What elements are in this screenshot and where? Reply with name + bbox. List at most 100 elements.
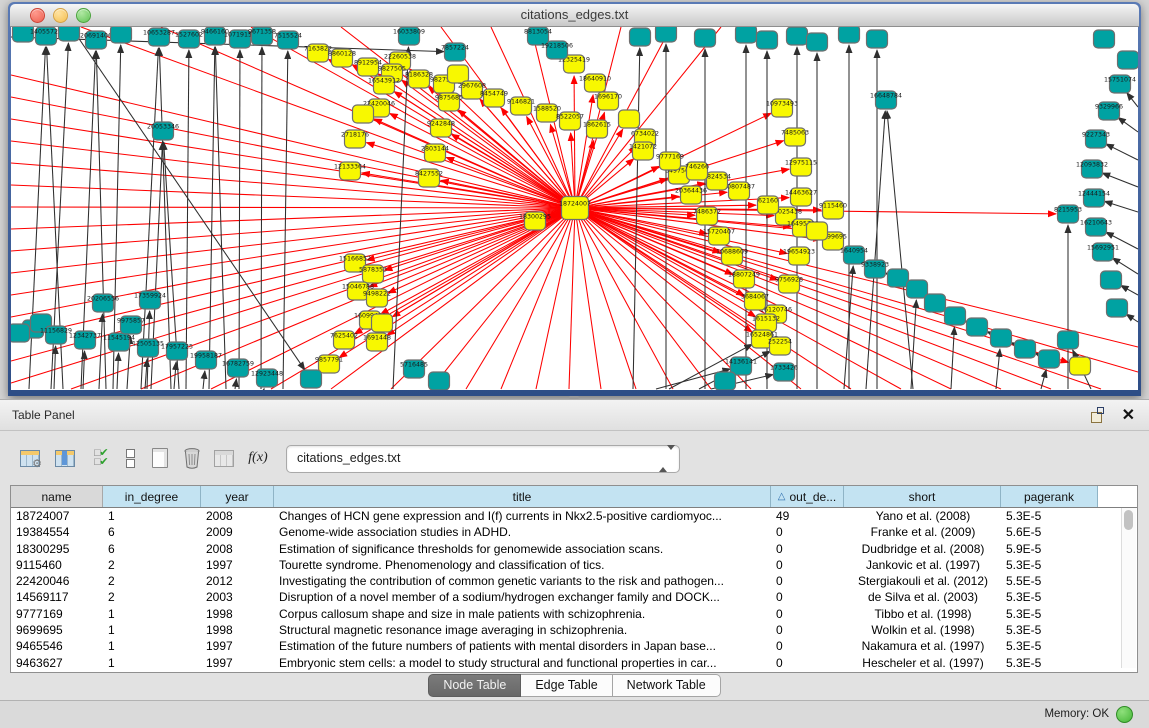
cell-title[interactable]: Disruption of a novel member of a sodium… — [274, 589, 771, 605]
cell-short[interactable]: Franke et al. (2009) — [844, 524, 1001, 540]
table-row[interactable]: 946362711997Embryonic stem cells: a mode… — [11, 655, 1137, 671]
graph-node[interactable]: 8215953 — [1054, 205, 1082, 223]
graph-node[interactable] — [991, 329, 1012, 347]
cell-out_degree[interactable]: 0 — [771, 589, 844, 605]
cell-title[interactable]: Tourette syndrome. Phenomenology and cla… — [274, 557, 771, 573]
graph-node[interactable]: 20053346 — [147, 122, 179, 140]
cell-name[interactable]: 19384554 — [11, 524, 103, 540]
cell-short[interactable]: de Silva et al. (2003) — [844, 589, 1001, 605]
graph-node[interactable]: 7515524 — [274, 31, 302, 49]
column-header-pagerank[interactable]: pagerank — [1001, 486, 1098, 507]
deselect-all-rows-button[interactable] — [116, 444, 144, 472]
cell-year[interactable]: 2003 — [201, 589, 274, 605]
table-row[interactable]: 969969511998Structural magnetic resonanc… — [11, 622, 1137, 638]
network-graph[interactable]: 7163822886012889129542226053898275051654… — [11, 27, 1138, 390]
cell-name[interactable]: 9777169 — [11, 606, 103, 622]
cell-out_degree[interactable]: 49 — [771, 508, 844, 524]
graph-node[interactable]: 18807249 — [728, 270, 760, 288]
tab-node-table[interactable]: Node Table — [428, 674, 521, 697]
graph-node[interactable]: 9498222 — [363, 289, 391, 307]
float-panel-icon[interactable] — [1089, 407, 1105, 423]
graph-node[interactable]: 12342737 — [69, 331, 101, 349]
cell-name[interactable]: 9115460 — [11, 557, 103, 573]
graph-node[interactable]: 62160 — [758, 196, 779, 214]
graph-node[interactable] — [656, 27, 677, 42]
function-builder-button[interactable]: f(x) — [244, 444, 272, 472]
graph-node[interactable] — [1101, 271, 1122, 289]
table-row[interactable]: 1938455462009Genome-wide association stu… — [11, 524, 1137, 540]
cell-in_degree[interactable]: 1 — [103, 622, 201, 638]
cell-title[interactable]: Corpus callosum shape and size in male p… — [274, 606, 771, 622]
tab-network-table[interactable]: Network Table — [613, 674, 721, 697]
cell-pagerank[interactable]: 5.3E-5 — [1001, 508, 1098, 524]
cell-pagerank[interactable]: 5.3E-5 — [1001, 655, 1098, 671]
cell-short[interactable]: Nakamura et al. (1997) — [844, 638, 1001, 654]
graph-node[interactable] — [967, 318, 988, 336]
graph-node[interactable]: 10973493 — [766, 99, 798, 117]
cell-pagerank[interactable]: 5.3E-5 — [1001, 622, 1098, 638]
column-header-short[interactable]: short — [844, 486, 1001, 507]
graph-node[interactable]: 3684067 — [741, 292, 769, 310]
graph-node[interactable]: 14055724 — [30, 27, 62, 45]
graph-node[interactable] — [1058, 331, 1079, 349]
graph-node[interactable]: 11156829 — [40, 326, 72, 344]
graph-node[interactable] — [1094, 30, 1115, 48]
graph-node[interactable]: 5878353 — [359, 265, 387, 283]
cell-pagerank[interactable]: 5.5E-5 — [1001, 573, 1098, 589]
graph-node[interactable]: 20206556 — [87, 294, 119, 312]
cell-title[interactable]: Genome-wide association studies in ADHD. — [274, 524, 771, 540]
graph-node[interactable]: 9146821 — [507, 97, 535, 115]
graph-node[interactable]: 1615132 — [752, 314, 780, 332]
cell-name[interactable]: 18300295 — [11, 541, 103, 557]
graph-node[interactable]: 16782759 — [222, 359, 254, 377]
graph-node[interactable] — [11, 324, 30, 342]
graph-node[interactable]: 8186328 — [405, 70, 433, 88]
cell-short[interactable]: Stergiakouli et al. (2012) — [844, 573, 1001, 589]
cell-out_degree[interactable]: 0 — [771, 573, 844, 589]
graph-node[interactable] — [736, 27, 757, 43]
graph-node[interactable]: 8860128 — [328, 49, 356, 67]
graph-node[interactable]: 7625402 — [330, 331, 358, 349]
graph-node[interactable] — [1015, 340, 1036, 358]
cell-year[interactable]: 1998 — [201, 606, 274, 622]
graph-node[interactable] — [630, 28, 651, 46]
cell-in_degree[interactable]: 2 — [103, 573, 201, 589]
graph-node[interactable]: 9777169 — [656, 152, 684, 170]
cell-short[interactable]: Yano et al. (2008) — [844, 508, 1001, 524]
cell-in_degree[interactable]: 6 — [103, 541, 201, 557]
graph-node[interactable]: 7857224 — [441, 43, 469, 61]
import-table-button[interactable] — [210, 444, 238, 472]
graph-node[interactable] — [867, 30, 888, 48]
graph-node[interactable] — [1118, 51, 1139, 69]
cell-pagerank[interactable]: 5.3E-5 — [1001, 557, 1098, 573]
graph-node[interactable]: 9671358 — [248, 27, 276, 45]
cell-pagerank[interactable]: 5.9E-5 — [1001, 541, 1098, 557]
cell-short[interactable]: Wolkin et al. (1998) — [844, 622, 1001, 638]
cell-short[interactable]: Hescheler et al. (1997) — [844, 655, 1001, 671]
graph-node[interactable]: 7486372 — [693, 207, 721, 225]
table-row[interactable]: 977716911998Corpus callosum shape and si… — [11, 606, 1137, 622]
graph-node[interactable] — [807, 33, 828, 51]
graph-node[interactable]: 9756928 — [775, 275, 803, 293]
cell-pagerank[interactable]: 5.6E-5 — [1001, 524, 1098, 540]
table-settings-button[interactable]: ⚙ — [16, 444, 44, 472]
table-row[interactable]: 1456911722003Disruption of a novel membe… — [11, 589, 1137, 605]
cell-title[interactable]: Estimation of the future numbers of pati… — [274, 638, 771, 654]
graph-node[interactable]: 1862615 — [583, 120, 611, 138]
graph-node[interactable] — [839, 27, 860, 43]
graph-node[interactable]: 12505135 — [132, 339, 164, 357]
cell-year[interactable]: 2009 — [201, 524, 274, 540]
new-table-button[interactable] — [146, 444, 174, 472]
graph-node[interactable]: 1527602 — [175, 30, 203, 48]
cell-pagerank[interactable]: 5.3E-5 — [1001, 589, 1098, 605]
vertical-scrollbar[interactable] — [1121, 508, 1136, 668]
cell-out_degree[interactable]: 0 — [771, 622, 844, 638]
cell-title[interactable]: Estimation of significance thresholds fo… — [274, 541, 771, 557]
cell-in_degree[interactable]: 2 — [103, 557, 201, 573]
table-row[interactable]: 2242004622012Investigating the contribut… — [11, 573, 1137, 589]
graph-node[interactable] — [619, 110, 640, 128]
cell-year[interactable]: 1998 — [201, 622, 274, 638]
table-row[interactable]: 911546021997Tourette syndrome. Phenomeno… — [11, 557, 1137, 573]
cell-pagerank[interactable]: 5.3E-5 — [1001, 606, 1098, 622]
graph-node[interactable]: 19654923 — [783, 247, 815, 265]
